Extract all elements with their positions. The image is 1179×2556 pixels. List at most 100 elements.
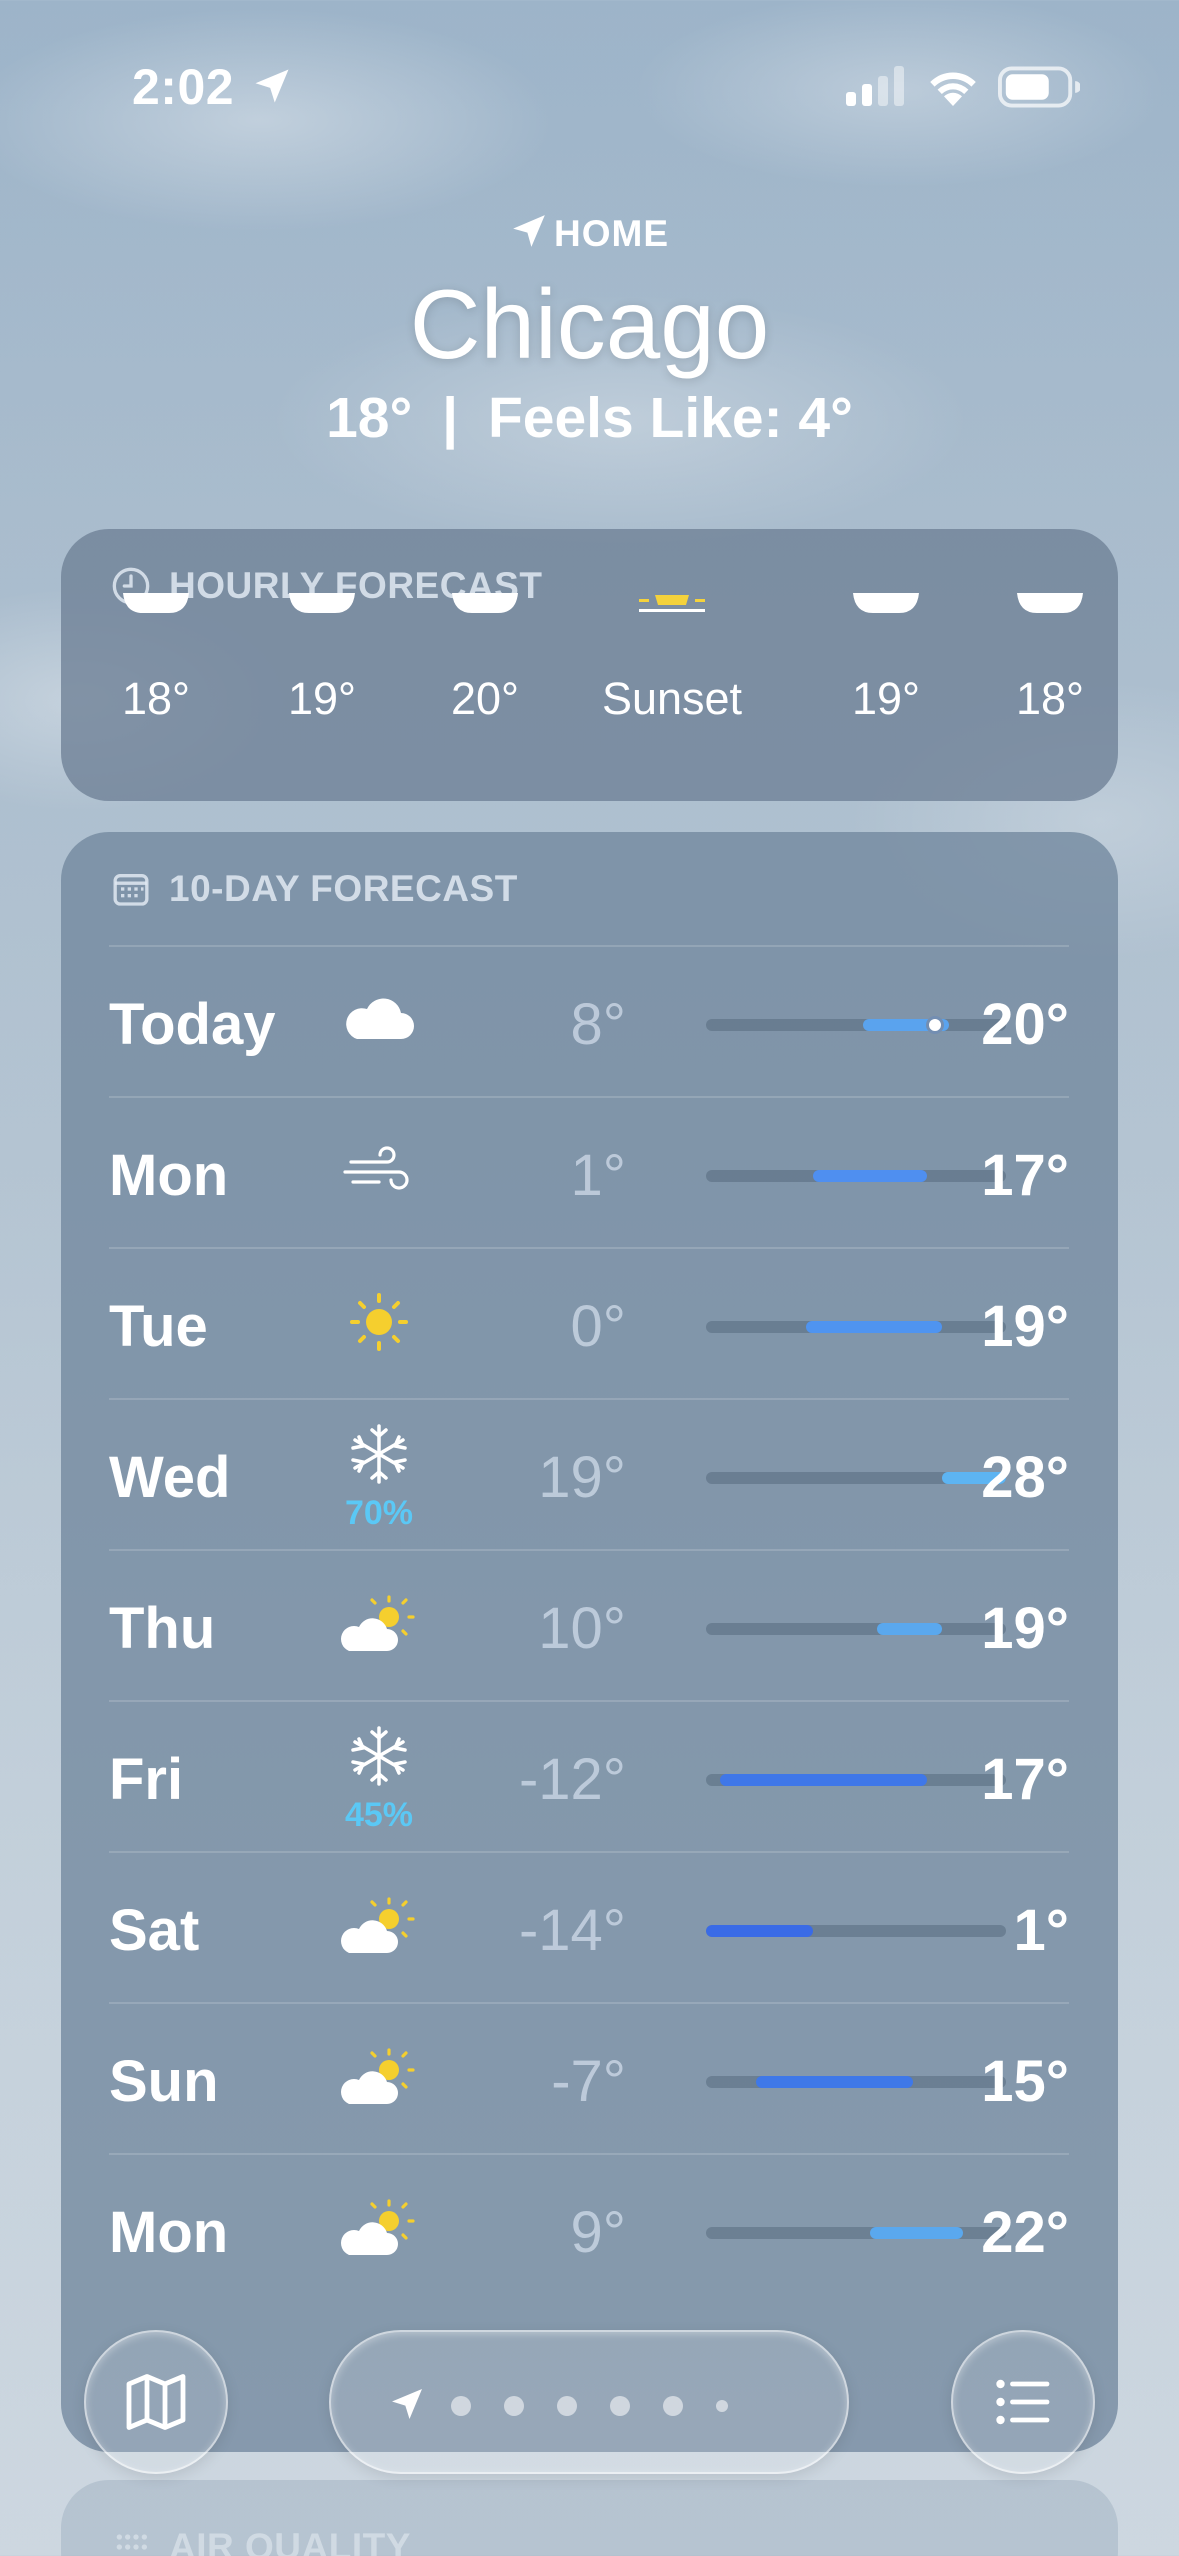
hour-temp: 19° bbox=[287, 673, 357, 724]
partly-sunny-icon bbox=[339, 2042, 419, 2112]
day-name: Sat bbox=[109, 1898, 200, 1963]
hour-temp: 20° bbox=[450, 673, 520, 724]
hour-item: 19° bbox=[831, 593, 941, 783]
location-label-text: HOME bbox=[554, 213, 669, 254]
sunset-icon bbox=[639, 595, 705, 612]
ten-day-forecast-title: 10-DAY FORECAST bbox=[169, 868, 518, 909]
page-dot[interactable] bbox=[557, 2396, 577, 2416]
day-low-temp: -12° bbox=[518, 1747, 626, 1812]
partly-sunny-icon bbox=[339, 2193, 419, 2263]
cloud-icon bbox=[452, 593, 518, 613]
hour-temp: 18° bbox=[121, 673, 191, 724]
current-conditions: 18° | Feels Like: 4° bbox=[0, 385, 1179, 451]
partly-sunny-icon bbox=[339, 1589, 419, 1659]
temperature-range-bar bbox=[706, 1623, 1006, 1635]
day-name: Today bbox=[109, 992, 276, 1057]
temperature-range-bar bbox=[706, 1170, 1006, 1182]
day-row[interactable]: Wed 70% 19° 28° bbox=[109, 1398, 1069, 1549]
day-name: Mon bbox=[109, 1143, 229, 1208]
day-low-temp: 9° bbox=[570, 2200, 626, 2265]
hour-item: 20° bbox=[430, 593, 540, 783]
location-pager[interactable] bbox=[329, 2330, 849, 2474]
bottom-toolbar bbox=[0, 2300, 1179, 2520]
day-high-temp: 17° bbox=[981, 1747, 1069, 1812]
page-dot[interactable] bbox=[663, 2396, 683, 2416]
day-high-temp: 28° bbox=[981, 1445, 1069, 1510]
day-high-temp: 17° bbox=[981, 1143, 1069, 1208]
page-dot[interactable] bbox=[451, 2396, 471, 2416]
location-list-button[interactable] bbox=[951, 2330, 1095, 2474]
hourly-forecast-card[interactable]: HOURLY FORECAST 18° 19° 20° Sunset 19° 1… bbox=[61, 529, 1118, 801]
air-quality-title: AIR QUALITY bbox=[169, 2526, 411, 2556]
precipitation-chance: 45% bbox=[344, 1796, 414, 1834]
location-label: HOME bbox=[0, 212, 1179, 255]
day-low-temp: 8° bbox=[570, 992, 626, 1057]
precipitation-chance: 70% bbox=[344, 1494, 414, 1532]
day-row[interactable]: Tue 0° 19° bbox=[109, 1247, 1069, 1398]
day-low-temp: 0° bbox=[570, 1294, 626, 1359]
temperature-range-bar bbox=[706, 1925, 1006, 1937]
day-name: Fri bbox=[109, 1747, 184, 1812]
day-low-temp: 1° bbox=[570, 1143, 626, 1208]
feels-like: Feels Like: 4° bbox=[487, 386, 853, 450]
city-name: Chicago bbox=[409, 269, 770, 379]
sun-icon bbox=[339, 1287, 419, 1357]
day-row[interactable]: Sat -14° 1° bbox=[109, 1851, 1069, 2002]
day-row[interactable]: Sun -7° 15° bbox=[109, 2002, 1069, 2153]
page-dot[interactable] bbox=[716, 2400, 728, 2412]
day-name: Tue bbox=[109, 1294, 208, 1359]
day-low-temp: 19° bbox=[538, 1445, 626, 1510]
day-high-temp: 20° bbox=[981, 992, 1069, 1057]
day-low-temp: -7° bbox=[551, 2049, 626, 2114]
day-row[interactable]: Mon 9° 22° bbox=[109, 2153, 1069, 2304]
snowflake-icon bbox=[339, 1722, 419, 1792]
day-name: Thu bbox=[109, 1596, 216, 1661]
ten-day-forecast-card[interactable]: 10-DAY FORECAST Today 8° 20° Mon 1° 17° Tue 0° 1… bbox=[61, 832, 1118, 2452]
day-row[interactable]: Mon 1° 17° bbox=[109, 1096, 1069, 1247]
cloud-icon bbox=[289, 593, 355, 613]
status-bar: 2:02 bbox=[0, 0, 1179, 170]
temperature-range-fill bbox=[806, 1321, 942, 1333]
hour-item: 18° bbox=[101, 593, 211, 783]
temperature-range-bar bbox=[706, 1321, 1006, 1333]
day-row[interactable]: Thu 10° 19° bbox=[109, 1549, 1069, 1700]
calendar-icon bbox=[113, 874, 149, 906]
cloud-icon bbox=[1017, 593, 1083, 613]
temperature-range-fill bbox=[706, 1925, 814, 1937]
temperature-range-bar bbox=[706, 2076, 1006, 2088]
temperature-range-fill bbox=[756, 2076, 914, 2088]
temperature-range-fill bbox=[813, 1170, 928, 1182]
day-high-temp: 15° bbox=[981, 2049, 1069, 2114]
snowflake-icon bbox=[339, 1420, 419, 1490]
temperature-range-bar bbox=[706, 1019, 1006, 1031]
day-name: Sun bbox=[109, 2049, 219, 2114]
day-row[interactable]: Today 8° 20° bbox=[109, 945, 1069, 1096]
cloud-icon bbox=[123, 593, 189, 613]
page-dot[interactable] bbox=[610, 2396, 630, 2416]
day-name: Mon bbox=[109, 2200, 229, 2265]
day-row[interactable]: Fri 45% -12° 17° bbox=[109, 1700, 1069, 1851]
day-low-temp: -14° bbox=[518, 1898, 626, 1963]
temperature-range-bar bbox=[706, 1774, 1006, 1786]
cloud-icon bbox=[339, 985, 419, 1055]
ten-day-forecast-header: 10-DAY FORECAST bbox=[111, 868, 518, 910]
day-high-temp: 22° bbox=[981, 2200, 1069, 2265]
day-name: Wed bbox=[109, 1445, 231, 1510]
hour-temp: 19° bbox=[851, 673, 921, 724]
day-high-temp: 1° bbox=[1013, 1898, 1069, 1963]
temperature-range-fill bbox=[720, 1774, 928, 1786]
hour-temp: Sunset bbox=[601, 673, 743, 724]
temperature-range-fill bbox=[870, 2227, 964, 2239]
current-location-icon bbox=[392, 2389, 422, 2419]
map-button[interactable] bbox=[84, 2330, 228, 2474]
day-high-temp: 19° bbox=[981, 1294, 1069, 1359]
location-arrow-icon bbox=[513, 215, 545, 247]
current-temp-marker bbox=[925, 1016, 944, 1034]
wind-icon bbox=[339, 1136, 419, 1206]
status-time: 2:02 bbox=[132, 59, 235, 115]
hour-item: Sunset bbox=[597, 593, 747, 783]
temperature-range-bar bbox=[706, 2227, 1006, 2239]
current-temp: 18° bbox=[326, 386, 413, 450]
temperature-range-bar bbox=[706, 1472, 1006, 1484]
page-dot[interactable] bbox=[504, 2396, 524, 2416]
